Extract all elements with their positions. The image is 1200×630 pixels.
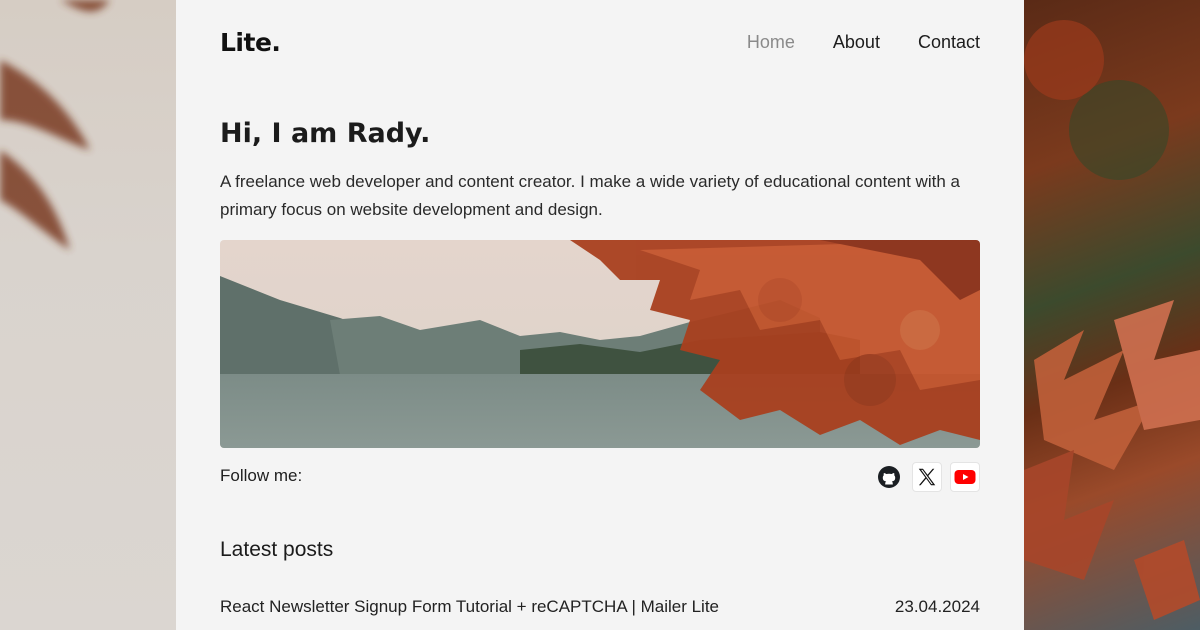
youtube-link[interactable]	[950, 462, 980, 492]
latest-posts-heading: Latest posts	[220, 538, 334, 561]
background-photo-left	[0, 0, 176, 630]
main-card: Lite. Home About Contact Hi, I am Rady. …	[176, 0, 1024, 630]
site-logo[interactable]: Lite.	[220, 28, 281, 57]
social-links	[874, 462, 980, 492]
post-list-item: React Newsletter Signup Form Tutorial + …	[220, 597, 980, 617]
x-icon	[918, 468, 936, 486]
follow-label: Follow me:	[220, 466, 303, 485]
nav-about-link[interactable]: About	[833, 32, 880, 53]
github-link[interactable]	[874, 462, 904, 492]
autumn-leaves-right	[1024, 20, 1200, 620]
post-title-link[interactable]: React Newsletter Signup Form Tutorial + …	[220, 597, 719, 617]
nav-home-link[interactable]: Home	[747, 32, 795, 53]
github-icon	[878, 466, 900, 488]
hero-image	[220, 240, 980, 448]
background-photo-right	[1024, 0, 1200, 630]
hero-title: Hi, I am Rady.	[220, 118, 431, 149]
x-link[interactable]	[912, 462, 942, 492]
main-nav: Home About Contact	[747, 32, 980, 53]
blurred-leaves-left	[0, 0, 110, 250]
nav-contact-link[interactable]: Contact	[918, 32, 980, 53]
lake-mountains-image	[220, 240, 980, 448]
post-date: 23.04.2024	[894, 597, 980, 616]
hero-description: A freelance web developer and content cr…	[220, 172, 960, 219]
youtube-icon	[954, 470, 976, 484]
